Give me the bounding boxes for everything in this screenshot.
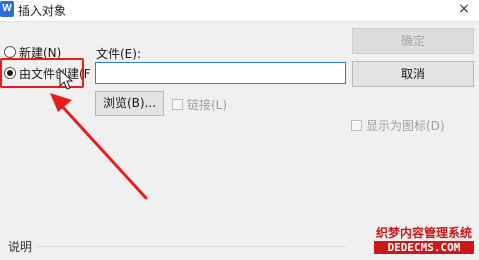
ok-button[interactable]: 确定	[352, 28, 474, 54]
cancel-button[interactable]: 取消	[352, 61, 474, 87]
close-icon[interactable]: ×	[455, 0, 473, 18]
watermark-bottom-text: DEDECMS.COM	[374, 241, 474, 254]
wps-writer-icon: W	[0, 1, 14, 17]
display-as-icon-checkbox[interactable]	[351, 119, 362, 131]
link-checkbox[interactable]	[172, 98, 183, 110]
link-checkbox-label: 链接(L)	[187, 97, 228, 112]
window-title: 插入对象	[18, 4, 67, 18]
link-checkbox-row[interactable]: 链接(L)	[172, 97, 228, 112]
display-as-icon-label: 显示为图标(D)	[366, 118, 445, 133]
display-as-icon-checkbox-row[interactable]: 显示为图标(D)	[351, 118, 445, 133]
watermark-logo: 织梦内容管理系统 DEDECMS.COM	[374, 226, 474, 256]
radio-new-circle[interactable]	[4, 46, 16, 58]
file-path-input[interactable]	[95, 62, 346, 84]
watermark-top-text: 织梦内容管理系统	[375, 226, 472, 240]
highlight-box	[0, 58, 84, 88]
note-group-border	[36, 246, 346, 247]
title-bar: W 插入对象 ×	[0, 0, 479, 22]
note-group-label: 说明	[8, 240, 33, 254]
browse-button[interactable]: 浏览(B)...	[95, 91, 164, 116]
file-label: 文件(E):	[96, 47, 141, 61]
